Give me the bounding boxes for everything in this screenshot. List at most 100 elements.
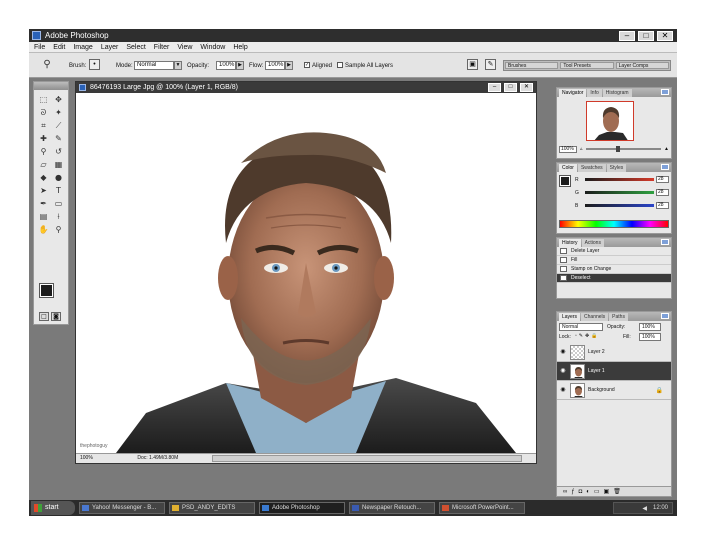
slice-tool-icon[interactable]: ⟋ <box>51 119 66 132</box>
history-item[interactable]: Fill <box>557 256 671 265</box>
menu-image[interactable]: Image <box>73 42 92 52</box>
menu-layer[interactable]: Layer <box>101 42 119 52</box>
menu-filter[interactable]: Filter <box>154 42 170 52</box>
taskbar-item[interactable]: Newspaper Retouch... <box>349 502 435 514</box>
layer-row-selected[interactable]: ◉ Layer 1 <box>557 362 671 381</box>
layer-row[interactable]: ◉ Layer 2 <box>557 343 671 362</box>
layer-visibility-eye-icon[interactable]: ◉ <box>559 348 567 356</box>
link-layers-icon[interactable]: ∞ <box>563 489 567 495</box>
navigator-thumbnail[interactable] <box>586 101 634 141</box>
menu-file[interactable]: File <box>34 42 45 52</box>
color-panel-foreground-swatch[interactable] <box>559 175 571 187</box>
panel-menu-icon[interactable] <box>661 89 669 95</box>
new-group-icon[interactable]: ▭ <box>594 488 600 495</box>
clone-stamp-tool-icon[interactable]: ⚲ <box>41 58 53 72</box>
minimize-button[interactable]: – <box>619 31 635 41</box>
delete-layer-icon[interactable]: 🗑 <box>613 488 621 495</box>
blur-tool-icon[interactable]: ◆ <box>36 171 51 184</box>
document-close-button[interactable]: ✕ <box>520 83 533 92</box>
toolbox-header[interactable] <box>34 82 68 90</box>
menu-view[interactable]: View <box>177 42 192 52</box>
layer-visibility-eye-icon[interactable]: ◉ <box>559 386 567 394</box>
taskbar-item[interactable]: Yahoo! Messenger - B... <box>79 502 165 514</box>
channel-g-slider[interactable] <box>585 191 654 194</box>
opacity-input[interactable]: 100% <box>216 61 236 70</box>
tab-styles[interactable]: Styles <box>606 164 627 172</box>
zoom-level[interactable]: 100% <box>80 454 100 463</box>
zoom-out-icon[interactable]: ▵ <box>580 146 583 152</box>
history-item[interactable]: Stamp on Change <box>557 265 671 274</box>
toggle-clone-source-icon[interactable]: ▣ <box>467 59 478 70</box>
menu-edit[interactable]: Edit <box>53 42 65 52</box>
tab-swatches[interactable]: Swatches <box>577 164 606 172</box>
pressure-opacity-icon[interactable]: ✎ <box>485 59 496 70</box>
history-panel-menu-icon[interactable] <box>661 239 669 245</box>
aligned-checkbox[interactable]: ✓ <box>304 62 310 68</box>
navigator-zoom-slider[interactable] <box>585 146 662 152</box>
history-brush-tool-icon[interactable]: ↺ <box>51 145 66 158</box>
canvas[interactable]: thephotoguy <box>76 93 536 453</box>
doc-size-info[interactable]: Doc: 1.49M/3.80M <box>137 454 178 463</box>
layer-style-icon[interactable]: ƒ <box>571 489 574 495</box>
tray-volume-icon[interactable]: ◀ <box>642 505 647 512</box>
mode-select[interactable]: Normal <box>134 61 174 70</box>
tab-channels[interactable]: Channels <box>581 313 609 321</box>
mode-dropdown-icon[interactable]: ▼ <box>174 61 182 70</box>
type-tool-icon[interactable]: T <box>51 184 66 197</box>
foreground-color-swatch[interactable] <box>39 283 54 298</box>
zoom-tool-icon[interactable]: ⚲ <box>51 223 66 236</box>
notes-tool-icon[interactable]: ▤ <box>36 210 51 223</box>
zoom-slider-knob[interactable] <box>615 146 620 152</box>
document-minimize-button[interactable]: – <box>488 83 501 92</box>
menu-window[interactable]: Window <box>200 42 225 52</box>
tab-layers[interactable]: Layers <box>559 313 581 321</box>
taskbar-item[interactable]: Microsoft PowerPoint... <box>439 502 525 514</box>
close-button[interactable]: ✕ <box>657 31 673 41</box>
well-tab-tool-presets[interactable]: Tool Presets <box>560 62 614 69</box>
flow-dropdown-icon[interactable]: ▶ <box>285 61 293 70</box>
tab-info[interactable]: Info <box>587 89 602 97</box>
layers-opacity-input[interactable]: 100% <box>639 323 661 331</box>
gradient-tool-icon[interactable]: ▦ <box>51 158 66 171</box>
clone-stamp-tool-icon-toolbox[interactable]: ⚲ <box>36 145 51 158</box>
eraser-tool-icon[interactable]: ▱ <box>36 158 51 171</box>
brush-preset-picker[interactable]: • <box>89 59 100 70</box>
menu-help[interactable]: Help <box>233 42 247 52</box>
tab-history[interactable]: History <box>559 239 581 247</box>
move-tool-icon[interactable]: ✥ <box>51 93 66 106</box>
color-panel-menu-icon[interactable] <box>661 164 669 170</box>
tab-actions[interactable]: Actions <box>581 239 604 247</box>
navigator-zoom-input[interactable]: 100% <box>559 145 577 153</box>
well-tab-layer-comps[interactable]: Layer Comps <box>615 62 669 69</box>
horizontal-scrollbar[interactable] <box>212 455 522 462</box>
crop-tool-icon[interactable]: ⌗ <box>36 119 51 132</box>
tab-histogram[interactable]: Histogram <box>602 89 632 97</box>
zoom-in-icon[interactable]: ▲ <box>664 146 669 152</box>
channel-r-value[interactable]: 28 <box>656 176 669 183</box>
layer-row[interactable]: ◉ Background 🔒 <box>557 381 671 400</box>
shape-tool-icon[interactable]: ▭ <box>51 197 66 210</box>
opacity-dropdown-icon[interactable]: ▶ <box>236 61 244 70</box>
document-titlebar[interactable]: 86476193 Large Jpg @ 100% (Layer 1, RGB/… <box>76 82 536 93</box>
sample-all-layers-checkbox[interactable] <box>337 62 343 68</box>
standard-mode-icon[interactable]: □ <box>39 312 49 321</box>
dodge-tool-icon[interactable]: ● <box>51 171 66 184</box>
color-spectrum-bar[interactable] <box>559 220 669 228</box>
well-tab-brushes[interactable]: Brushes <box>505 62 559 69</box>
eyedropper-tool-icon[interactable]: ⟊ <box>51 210 66 223</box>
tab-navigator[interactable]: Navigator <box>559 89 587 97</box>
magic-wand-tool-icon[interactable]: ✦ <box>51 106 66 119</box>
menu-select[interactable]: Select <box>126 42 145 52</box>
hand-tool-icon[interactable]: ✋ <box>36 223 51 236</box>
document-maximize-button[interactable]: □ <box>504 83 517 92</box>
taskbar-item[interactable]: PSD_ANDY_EDITS <box>169 502 255 514</box>
blend-mode-select[interactable]: Normal <box>559 323 603 331</box>
healing-brush-tool-icon[interactable]: ✚ <box>36 132 51 145</box>
marquee-tool-icon[interactable]: ⬚ <box>36 93 51 106</box>
channel-b-slider[interactable] <box>585 204 654 207</box>
channel-r-slider[interactable] <box>585 178 654 181</box>
taskbar-item-active[interactable]: Adobe Photoshop <box>259 502 345 514</box>
layers-panel-menu-icon[interactable] <box>661 313 669 319</box>
flow-input[interactable]: 100% <box>265 61 285 70</box>
adjustment-layer-icon[interactable]: ◐ <box>586 489 590 495</box>
